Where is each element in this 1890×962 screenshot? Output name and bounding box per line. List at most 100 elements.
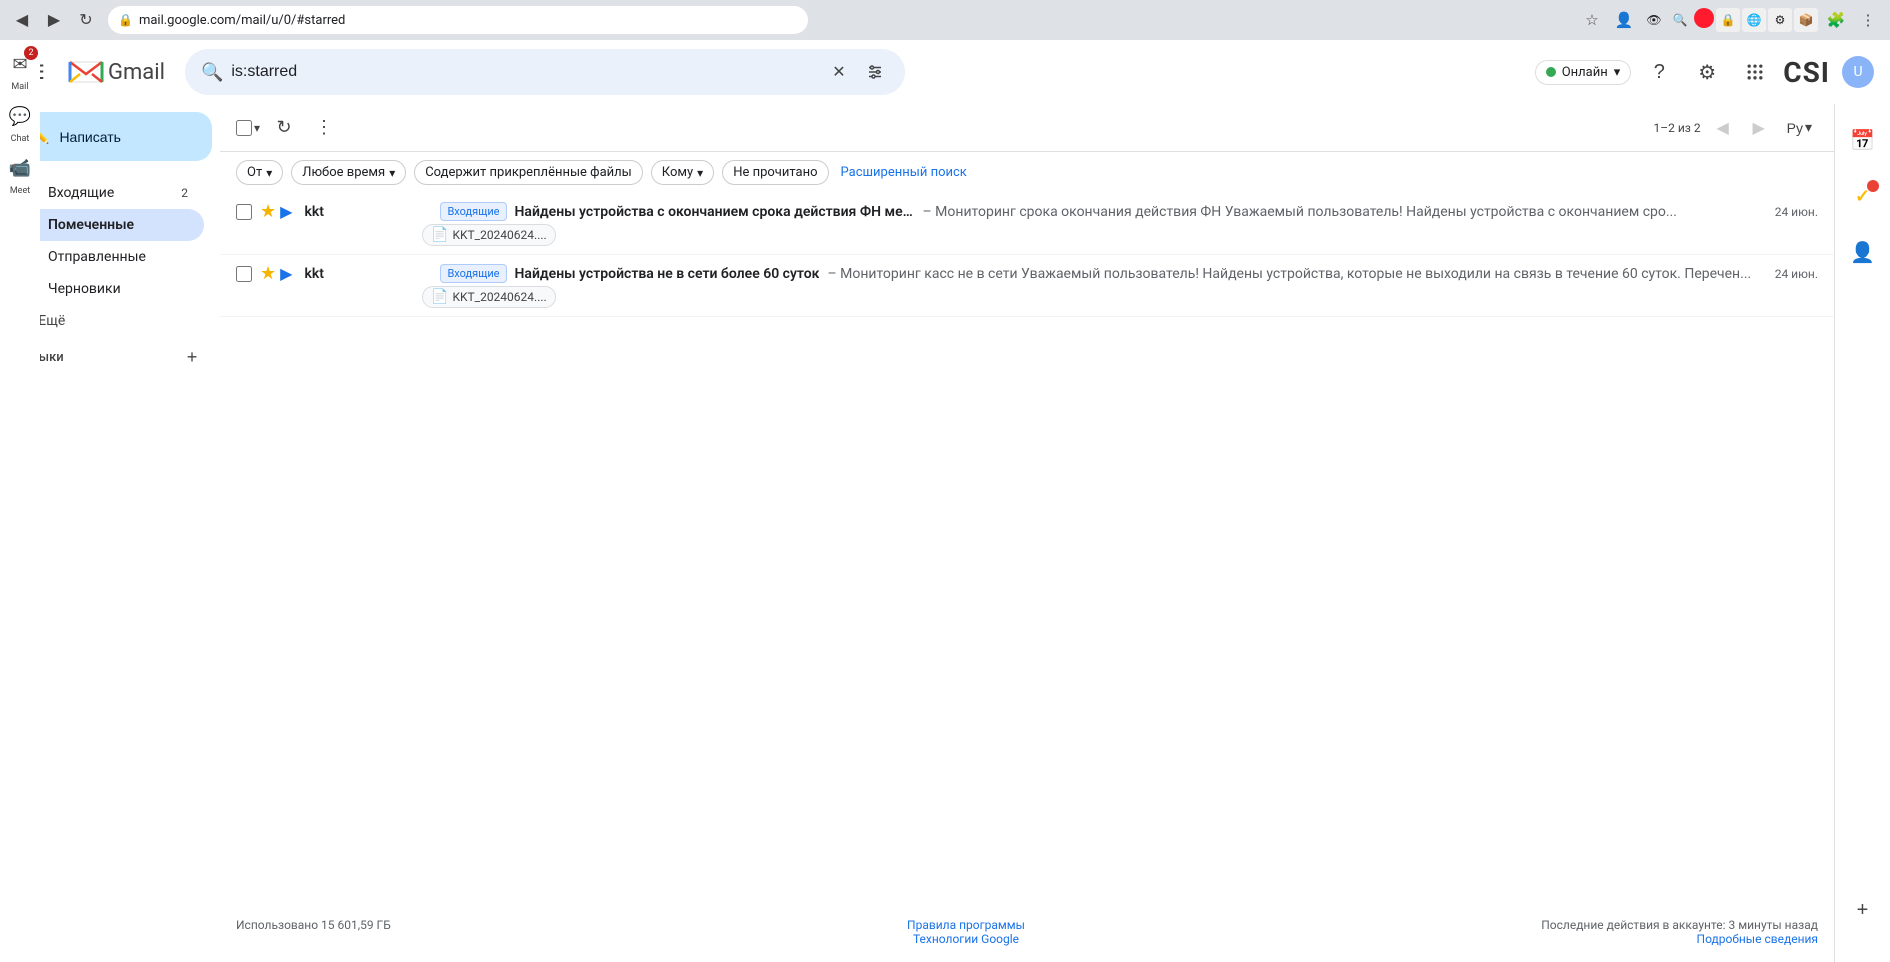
attachment-chip-1[interactable]: 📄 KKT_20240624.... — [422, 224, 556, 246]
details-link[interactable]: Подробные сведения — [1697, 932, 1818, 946]
refresh-icon: ↻ — [276, 117, 291, 138]
back-button[interactable]: ◀ — [8, 6, 36, 34]
email-checkbox-1[interactable] — [236, 204, 252, 220]
chat-icon[interactable]: 💬 — [4, 100, 36, 132]
select-all-checkbox[interactable] — [236, 120, 252, 136]
select-chevron-icon[interactable]: ▾ — [254, 121, 260, 135]
ext-search-icon[interactable]: 🔍 — [1668, 8, 1692, 32]
filter-unread[interactable]: Не прочитано — [722, 160, 828, 185]
extension-icons: 👁 🔍 🔒 🌐 ⚙ 📦 — [1642, 8, 1818, 32]
ext-icon-3[interactable]: ⚙ — [1768, 8, 1792, 32]
compose-label: Написать — [59, 129, 120, 145]
reload-button[interactable]: ↻ — [72, 6, 100, 34]
email-row[interactable]: ★ ▶ kkt Входящие Найдены устройства не в… — [220, 255, 1834, 317]
attachment-chip-2[interactable]: 📄 KKT_20240624.... — [422, 286, 556, 308]
sidebar-drafts-label: Черновики — [48, 281, 188, 297]
ext-eye-icon[interactable]: 👁 — [1642, 8, 1666, 32]
email-attachment-1: 📄 KKT_20240624.... — [422, 224, 556, 246]
calendar-icon: 📅 — [1850, 128, 1875, 153]
bookmark-star-button[interactable]: ☆ — [1578, 6, 1606, 34]
filter-to[interactable]: Кому ▾ — [651, 160, 714, 185]
email-row[interactable]: ★ ▶ kkt Входящие Найдены устройства с ок… — [220, 193, 1834, 255]
mail-badge: 2 — [24, 46, 38, 60]
add-widget-button[interactable]: + — [1843, 890, 1883, 930]
apps-button[interactable] — [1735, 52, 1775, 92]
more-actions-button[interactable]: ⋮ — [308, 112, 340, 144]
sidebar-more-label: Ещё — [38, 313, 65, 329]
filter-time[interactable]: Любое время ▾ — [291, 160, 406, 185]
email-sender-1: kkt — [304, 204, 424, 220]
mail-icon[interactable]: ✉ 2 — [4, 48, 36, 80]
filter-time-label: Любое время — [302, 165, 385, 180]
address-bar[interactable]: 🔒 mail.google.com/mail/u/0/#starred — [108, 6, 808, 34]
last-activity: Последние действия в аккаунте: 3 минуты … — [1541, 918, 1818, 932]
email-list-toolbar: ▾ ↻ ⋮ 1–2 из 2 ◀ ▶ Ру ▾ — [220, 104, 1834, 152]
email-forward-2: ▶ — [280, 264, 292, 283]
online-label: Онлайн — [1562, 65, 1608, 80]
email-sender-2: kkt — [304, 266, 424, 282]
filter-time-chevron-icon: ▾ — [389, 166, 395, 180]
account-avatar[interactable]: U — [1842, 56, 1874, 88]
search-input[interactable] — [231, 63, 817, 81]
left-nav-mail[interactable]: ✉ 2 Mail — [4, 48, 36, 92]
settings-button[interactable]: ⚙ — [1687, 52, 1727, 92]
help-button[interactable]: ? — [1639, 52, 1679, 92]
ext-icon-4[interactable]: 📦 — [1794, 8, 1818, 32]
pagination-info: 1–2 из 2 — [1654, 121, 1701, 135]
email-star-1[interactable]: ★ — [260, 201, 276, 222]
calendar-button[interactable]: 📅 — [1843, 120, 1883, 160]
apps-grid-icon — [1745, 62, 1765, 82]
email-date-2: 24 июн. — [1775, 267, 1818, 281]
meet-icon[interactable]: 📹 — [4, 152, 36, 184]
sidebar-inbox-label: Входящие — [48, 185, 169, 201]
email-checkbox-2[interactable] — [236, 266, 252, 282]
contacts-button[interactable]: 👤 — [1843, 232, 1883, 272]
online-dot — [1546, 67, 1556, 77]
extensions-button[interactable]: 🧩 — [1822, 6, 1850, 34]
filter-attachment-label: Содержит прикреплённые файлы — [425, 165, 632, 180]
program-rules-link[interactable]: Правила программы — [907, 918, 1025, 932]
search-clear-button[interactable]: ✕ — [825, 58, 853, 86]
profile-button[interactable]: 👤 — [1610, 6, 1638, 34]
gmail-logo-text: Gmail — [108, 60, 165, 85]
email-preview-2: – Мониторинг касс не в сети Уважаемый по… — [827, 266, 1751, 282]
next-page-button[interactable]: ▶ — [1745, 114, 1773, 142]
ext-opera-icon[interactable] — [1694, 8, 1714, 28]
attachment-name-1: KKT_20240624.... — [452, 228, 546, 242]
left-nav-meet[interactable]: 📹 Meet — [4, 152, 36, 196]
ext-icon-1[interactable]: 🔒 — [1716, 8, 1740, 32]
email-row-top-1: ★ ▶ kkt Входящие Найдены устройства с ок… — [236, 201, 1818, 222]
labels-add-button[interactable]: + — [180, 345, 204, 369]
select-all-wrapper: ▾ — [236, 120, 260, 136]
advanced-search-link[interactable]: Расширенный поиск — [841, 165, 967, 180]
lock-icon: 🔒 — [118, 13, 133, 27]
footer-right: Последние действия в аккаунте: 3 минуты … — [1541, 918, 1818, 946]
email-tag-2: Входящие — [440, 264, 506, 283]
header-right: Онлайн ▾ ? ⚙ CSI U — [1535, 52, 1874, 92]
language-button[interactable]: Ру ▾ — [1781, 115, 1818, 140]
email-list-container: ▾ ↻ ⋮ 1–2 из 2 ◀ ▶ Ру ▾ — [220, 104, 1834, 962]
chrome-menu-button[interactable]: ⋮ — [1854, 6, 1882, 34]
google-tech-link[interactable]: Технологии Google — [913, 932, 1019, 946]
sidebar-starred-label: Помеченные — [48, 217, 188, 233]
search-icon: 🔍 — [201, 62, 223, 83]
online-status[interactable]: Онлайн ▾ — [1535, 60, 1632, 85]
forward-button[interactable]: ▶ — [40, 6, 68, 34]
app-container: ☰ Gmail 🔍 ✕ — [0, 40, 1890, 962]
left-nav-chat[interactable]: 💬 Chat — [4, 100, 36, 144]
right-sidebar: 📅 ✓ 👤 + — [1834, 104, 1890, 962]
mail-label: Mail — [11, 82, 28, 92]
prev-page-button[interactable]: ◀ — [1709, 114, 1737, 142]
gmail-main: ☰ Gmail 🔍 ✕ — [0, 40, 1890, 962]
email-content-1: Входящие Найдены устройства с окончанием… — [440, 202, 1758, 221]
search-options-button[interactable] — [861, 58, 889, 86]
ext-icon-2[interactable]: 🌐 — [1742, 8, 1766, 32]
search-bar: 🔍 ✕ — [185, 49, 905, 95]
tasks-button[interactable]: ✓ — [1843, 176, 1883, 216]
refresh-button[interactable]: ↻ — [268, 112, 300, 144]
filter-attachment[interactable]: Содержит прикреплённые файлы — [414, 160, 643, 185]
email-star-2[interactable]: ★ — [260, 263, 276, 284]
email-subject-2: Найдены устройства не в сети более 60 су… — [515, 266, 820, 282]
filter-from[interactable]: От ▾ — [236, 160, 283, 185]
footer-center: Правила программы Технологии Google — [907, 918, 1025, 946]
